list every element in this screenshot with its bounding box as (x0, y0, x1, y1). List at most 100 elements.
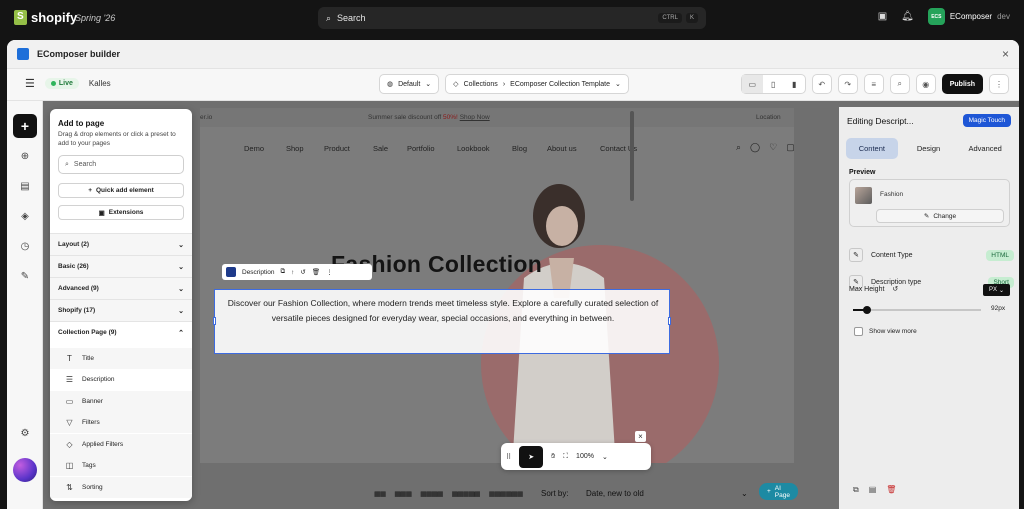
close-icon[interactable]: × (1002, 47, 1009, 61)
template-dropdown[interactable]: ◇ Collections › EComposer Collection Tem… (445, 74, 629, 94)
add-element-icon[interactable]: + (13, 114, 37, 138)
nav-shop[interactable]: Shop (286, 144, 304, 153)
wishlist-heart-icon[interactable]: ♡ (769, 142, 777, 153)
delete-icon[interactable]: 🗑︎ (312, 268, 320, 276)
grid-2-icon[interactable]: ▦▦ (374, 490, 386, 498)
max-height-value[interactable]: 92px (991, 305, 1005, 312)
inspect-icon[interactable]: ⌕ (889, 74, 910, 94)
sections-icon[interactable]: ▤ (15, 176, 35, 196)
zoom-level[interactable]: 100% (576, 453, 594, 460)
description-icon: ☰ (65, 375, 74, 384)
tab-design[interactable]: Design (903, 138, 955, 159)
nav-blog[interactable]: Blog (512, 144, 527, 153)
more-options-icon[interactable]: ⋮ (326, 268, 333, 276)
element-description[interactable]: ☰ Description (50, 369, 192, 390)
pages-icon[interactable]: ⊕ (15, 146, 35, 166)
publish-button[interactable]: Publish (941, 74, 983, 94)
slider-thumb[interactable] (863, 306, 872, 314)
drag-handle-icon[interactable]: ⠿ (506, 453, 511, 461)
reset-icon[interactable]: ↺ (892, 285, 898, 293)
desktop-icon[interactable]: ▭ (741, 75, 763, 93)
max-height-slider[interactable] (853, 306, 981, 314)
tablet-icon[interactable]: ▯ (763, 75, 784, 93)
move-up-icon[interactable]: ↑ (291, 269, 294, 276)
redo-icon[interactable]: ↷ (837, 74, 858, 94)
section-shopify[interactable]: Shopify (17) ⌄ (50, 299, 192, 321)
shopify-search[interactable]: ⌕ Search CTRL K (318, 7, 706, 29)
shopify-logo[interactable]: shopify (14, 10, 77, 25)
section-basic[interactable]: Basic (26) ⌄ (50, 255, 192, 277)
element-title[interactable]: T Title (50, 348, 192, 369)
section-advanced[interactable]: Advanced (9) ⌄ (50, 277, 192, 299)
close-icon[interactable]: × (635, 431, 646, 442)
extensions-icon: ▣ (98, 209, 105, 217)
show-view-more-checkbox[interactable] (854, 327, 863, 336)
resize-handle-right[interactable] (668, 317, 671, 325)
section-layout[interactable]: Layout (2) ⌄ (50, 233, 192, 255)
sort-value[interactable]: Date, new to old (586, 489, 644, 498)
change-button[interactable]: ✎ Change (876, 209, 1004, 223)
settings-sliders-icon[interactable]: ≡ (863, 74, 884, 94)
resize-handle-left[interactable] (213, 317, 216, 325)
grid-4-icon[interactable]: ▦▦▦▦ (420, 490, 443, 498)
undo-icon[interactable]: ↶ (811, 74, 832, 94)
menu-icon[interactable]: ☰ (25, 77, 35, 90)
canvas-scrollbar[interactable] (630, 111, 634, 201)
brush-icon[interactable]: ✎ (15, 266, 35, 286)
copy-icon[interactable]: ⧉ (853, 485, 859, 495)
search-icon[interactable]: ⌕ (736, 142, 741, 153)
extensions-button[interactable]: ▣ Extensions (58, 205, 184, 220)
fit-screen-icon[interactable]: ⛶ (563, 453, 568, 461)
duplicate-icon[interactable]: ⧉ (281, 268, 286, 276)
bell-icon[interactable]: 🔔︎ (901, 11, 914, 22)
history-icon[interactable]: ◷ (15, 236, 35, 256)
element-filters[interactable]: ▽ Filters (50, 412, 192, 433)
pointer-tool-icon[interactable]: ➤ (519, 445, 544, 468)
quick-add-button[interactable]: + Quick add element (58, 183, 184, 198)
description-element[interactable]: Discover our Fashion Collection, where m… (213, 289, 671, 354)
hand-tool-icon[interactable]: ✋︎ (551, 453, 555, 461)
element-sorting[interactable]: ⇅ Sorting (50, 477, 192, 498)
nav-lookbook[interactable]: Lookbook (457, 144, 490, 153)
element-search-input[interactable]: ⌕ Search (58, 155, 184, 174)
assistant-avatar[interactable] (13, 458, 37, 482)
element-applied-filters[interactable]: ◇ Applied Filters (50, 434, 192, 455)
more-options-icon[interactable]: ⋮ (989, 74, 1009, 94)
tab-advanced[interactable]: Advanced (959, 138, 1011, 159)
mobile-icon[interactable]: ▮ (784, 75, 805, 93)
element-banner[interactable]: ▭ Banner (50, 391, 192, 412)
preview-item-name[interactable]: Fashion (880, 191, 903, 198)
grid-6-icon[interactable]: ▦▦▦▦▦▦ (489, 490, 524, 498)
chevron-down-icon[interactable]: ⌄ (602, 453, 608, 461)
grid-5-icon[interactable]: ▦▦▦▦▦ (452, 490, 481, 498)
variant-dropdown[interactable]: ◍ Default ⌄ (379, 74, 440, 94)
unit-select[interactable]: PX ⌄ (983, 284, 1010, 296)
delete-icon[interactable]: 🗑︎ (886, 485, 896, 495)
tab-content[interactable]: Content (846, 138, 898, 159)
account-icon[interactable]: ◯ (750, 142, 760, 153)
cart-bag-icon[interactable]: ▢ (786, 142, 794, 153)
nav-product[interactable]: Product (324, 144, 350, 153)
reset-icon[interactable]: ↺ (300, 268, 305, 276)
element-tags[interactable]: ◫ Tags (50, 455, 192, 476)
ai-page-label: AI Page (774, 484, 790, 499)
gear-icon[interactable]: ⚙ (15, 423, 35, 443)
nav-about[interactable]: About us (547, 144, 577, 153)
page-canvas[interactable]: er.io Summer sale discount off 50%! Shop… (200, 108, 794, 463)
chevron-down-icon[interactable]: ⌄ (741, 489, 748, 498)
inbox-icon[interactable]: ▣ (878, 11, 887, 22)
magic-touch-button[interactable]: Magic Touch (962, 114, 1011, 127)
store-switcher[interactable]: ECS EComposer dev (927, 8, 1010, 25)
layers-icon[interactable]: ◈ (15, 206, 35, 226)
nav-demo[interactable]: Demo (244, 144, 264, 153)
grid-3-icon[interactable]: ▦▦▦ (394, 490, 412, 498)
announce-link[interactable]: Shop Now (460, 114, 490, 121)
ai-page-button[interactable]: + AI Page (759, 483, 798, 500)
section-collection-page[interactable]: Collection Page (9) ⌃ (50, 321, 192, 343)
preview-eye-icon[interactable]: ◉ (915, 74, 936, 94)
location-label[interactable]: Location (756, 114, 781, 121)
save-preset-icon[interactable]: ▤ (869, 485, 877, 495)
nav-sale[interactable]: Sale (373, 144, 388, 153)
content-type-value[interactable]: HTML (986, 249, 1014, 261)
nav-portfolio[interactable]: Portfolio (407, 144, 435, 153)
